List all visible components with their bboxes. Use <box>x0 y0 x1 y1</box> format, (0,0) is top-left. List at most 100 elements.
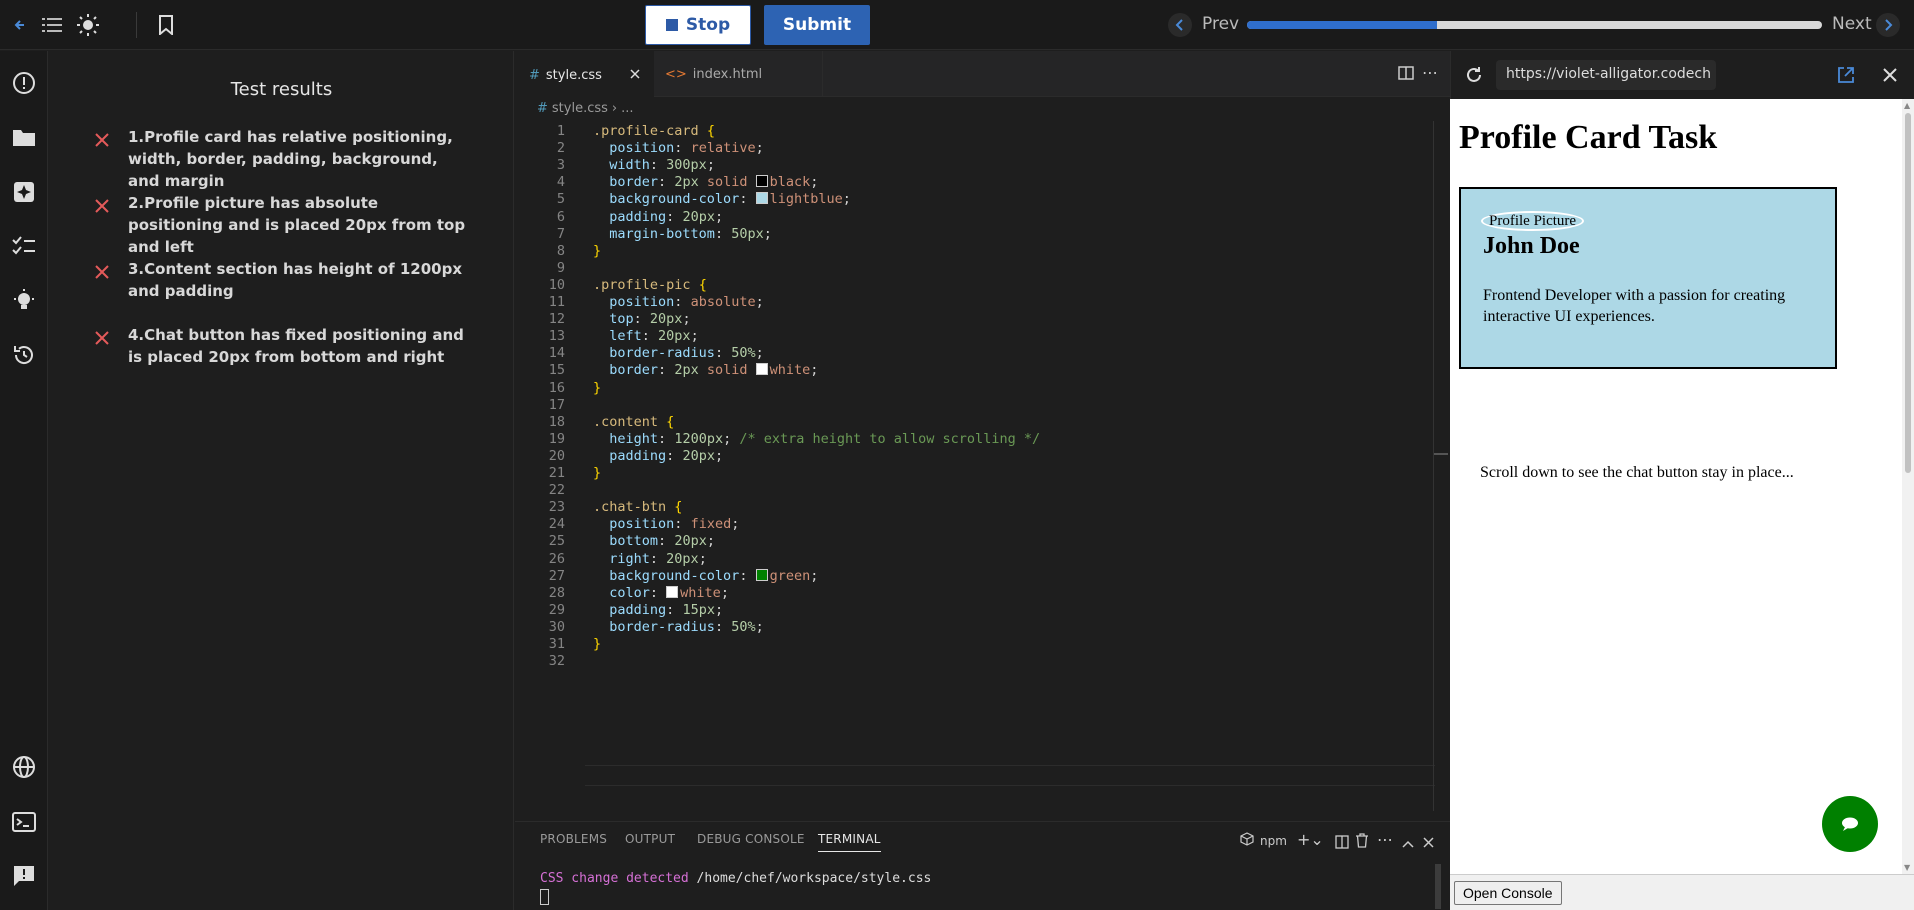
html-file-icon: <> <box>665 66 687 82</box>
progress-fill <box>1247 21 1437 29</box>
terminal-output-line: CSS change detected /home/chef/workspace… <box>540 871 931 886</box>
test-item-text: 4.Chat button has fixed positioning and … <box>128 326 464 366</box>
stop-square-icon <box>665 19 678 31</box>
toolbar-divider <box>136 12 137 38</box>
globe-icon[interactable] <box>10 753 38 781</box>
package-icon <box>1240 832 1254 849</box>
code-text[interactable]: padding: 20px; <box>593 446 723 467</box>
tab-index-html[interactable]: <> index.html <box>651 51 824 97</box>
shell-name: npm <box>1260 833 1287 848</box>
more-actions-icon[interactable]: ⋯ <box>1377 830 1393 849</box>
profile-picture: Profile Picture <box>1481 211 1585 231</box>
tab-debug-console[interactable]: DEBUG CONSOLE <box>697 832 805 846</box>
scroll-up-icon[interactable]: ▲ <box>1904 101 1910 110</box>
feedback-icon[interactable] <box>10 862 38 890</box>
tab-label: style.css <box>545 67 602 83</box>
browser-preview: https://violet-alligator.codech Profile … <box>1450 51 1914 910</box>
test-item-text: 1.Profile card has relative positioning,… <box>128 128 453 190</box>
terminal-line-path: /home/chef/workspace/style.css <box>696 871 932 886</box>
editor-scroll-marker <box>1434 453 1448 455</box>
breadcrumb: # style.css › ... <box>537 97 634 119</box>
breadcrumb-file[interactable]: style.css <box>552 101 608 116</box>
close-preview-icon[interactable] <box>1883 67 1897 86</box>
preview-page: Profile Card Task Profile Picture John D… <box>1450 99 1902 874</box>
test-item-text: 3.Content section has height of 1200px a… <box>128 260 463 300</box>
chat-button[interactable] <box>1822 796 1878 852</box>
tab-label: index.html <box>692 66 763 82</box>
reload-icon[interactable] <box>1465 66 1483 88</box>
prev-chevron-icon[interactable] <box>1168 13 1192 37</box>
more-actions-icon[interactable]: ⋯ <box>1422 63 1438 82</box>
code-text[interactable]: border-radius: 50%; <box>593 617 763 638</box>
submit-button[interactable]: Submit <box>764 5 870 45</box>
code-text[interactable]: border: 2px solid white; <box>593 360 818 381</box>
activity-bar <box>0 51 48 910</box>
scrollbar-thumb[interactable] <box>1905 113 1911 473</box>
test-item-text: 2.Profile picture has absolute positioni… <box>128 194 466 256</box>
tab-problems[interactable]: PROBLEMS <box>540 832 607 846</box>
tab-style-css[interactable]: # style.css <box>515 51 654 97</box>
fail-x-icon <box>94 258 128 284</box>
history-icon[interactable] <box>10 341 38 369</box>
test-item: 4.Chat button has fixed positioning and … <box>94 324 474 368</box>
close-tab-icon[interactable] <box>630 68 640 83</box>
terminal-icon[interactable] <box>10 808 38 836</box>
scroll-down-icon[interactable]: ▼ <box>1904 863 1910 872</box>
close-panel-icon[interactable] <box>1423 833 1434 852</box>
profile-bio: Frontend Developer with a passion for cr… <box>1483 287 1786 325</box>
checklist-icon[interactable] <box>10 232 38 260</box>
bookmark-icon[interactable] <box>153 12 179 38</box>
trash-icon[interactable] <box>1355 833 1369 852</box>
preview-scrollbar[interactable]: ▲ ▼ <box>1902 99 1914 874</box>
open-external-icon[interactable] <box>1837 66 1855 88</box>
terminal-line-prefix: CSS change detected <box>540 871 689 886</box>
theme-sun-icon[interactable] <box>75 12 101 38</box>
prev-button[interactable]: Prev <box>1202 14 1239 34</box>
breadcrumb-more[interactable]: ... <box>621 101 633 116</box>
chat-bubble-icon <box>1842 817 1858 831</box>
editor-ruler <box>1433 121 1434 811</box>
console-bar: Open Console <box>1450 874 1914 910</box>
code-text[interactable]: } <box>593 378 601 399</box>
profile-name: John Doe <box>1483 233 1580 259</box>
code-text[interactable]: margin-bottom: 50px; <box>593 224 772 245</box>
next-chevron-icon[interactable] <box>1876 13 1900 37</box>
breadcrumb-chevron-icon: › <box>611 100 618 116</box>
current-line-highlight <box>585 765 1435 786</box>
fail-x-icon <box>94 324 128 350</box>
info-icon[interactable] <box>10 69 38 97</box>
test-item: 1.Profile card has relative positioning,… <box>94 126 474 192</box>
new-terminal-icon[interactable]: +⌄ <box>1297 830 1324 849</box>
code-text[interactable]: } <box>593 463 601 484</box>
preview-url-field[interactable]: https://violet-alligator.codech <box>1496 60 1716 90</box>
back-arrow-icon[interactable] <box>8 12 34 38</box>
terminal-scrollbar[interactable] <box>1435 864 1441 909</box>
split-editor-icon[interactable] <box>1398 65 1414 85</box>
lightbulb-icon[interactable] <box>10 287 38 315</box>
open-console-button[interactable]: Open Console <box>1454 881 1562 905</box>
ai-sparkle-icon[interactable] <box>10 178 38 206</box>
tab-output[interactable]: OUTPUT <box>625 832 675 846</box>
list-icon[interactable] <box>39 12 65 38</box>
test-results-title: Test results <box>230 79 333 100</box>
profile-card: Profile Picture John Doe Frontend Develo… <box>1459 187 1837 369</box>
terminal-panel: PROBLEMS OUTPUT DEBUG CONSOLE TERMINAL n… <box>515 821 1450 910</box>
next-button[interactable]: Next <box>1832 14 1872 34</box>
terminal-shell-selector[interactable]: npm <box>1240 832 1287 849</box>
maximize-panel-icon[interactable] <box>1402 834 1414 853</box>
code-editor: # style.css <> index.html ⋯ # style.css … <box>515 51 1450 821</box>
test-item: 2.Profile picture has absolute positioni… <box>94 192 474 258</box>
page-title: Profile Card Task <box>1459 119 1718 156</box>
task-progress-bar <box>1247 21 1822 29</box>
stop-label: Stop <box>685 15 731 35</box>
code-text[interactable]: } <box>593 634 601 655</box>
fail-x-icon <box>94 126 128 152</box>
terminal-cursor[interactable] <box>540 889 549 905</box>
split-terminal-icon[interactable] <box>1335 834 1349 853</box>
folder-icon[interactable] <box>10 123 38 151</box>
tab-terminal[interactable]: TERMINAL <box>818 832 881 852</box>
stop-button[interactable]: Stop <box>645 5 751 45</box>
code-text[interactable]: } <box>593 241 601 262</box>
line-number: 32 <box>548 653 565 670</box>
preview-toolbar: https://violet-alligator.codech <box>1450 51 1914 99</box>
